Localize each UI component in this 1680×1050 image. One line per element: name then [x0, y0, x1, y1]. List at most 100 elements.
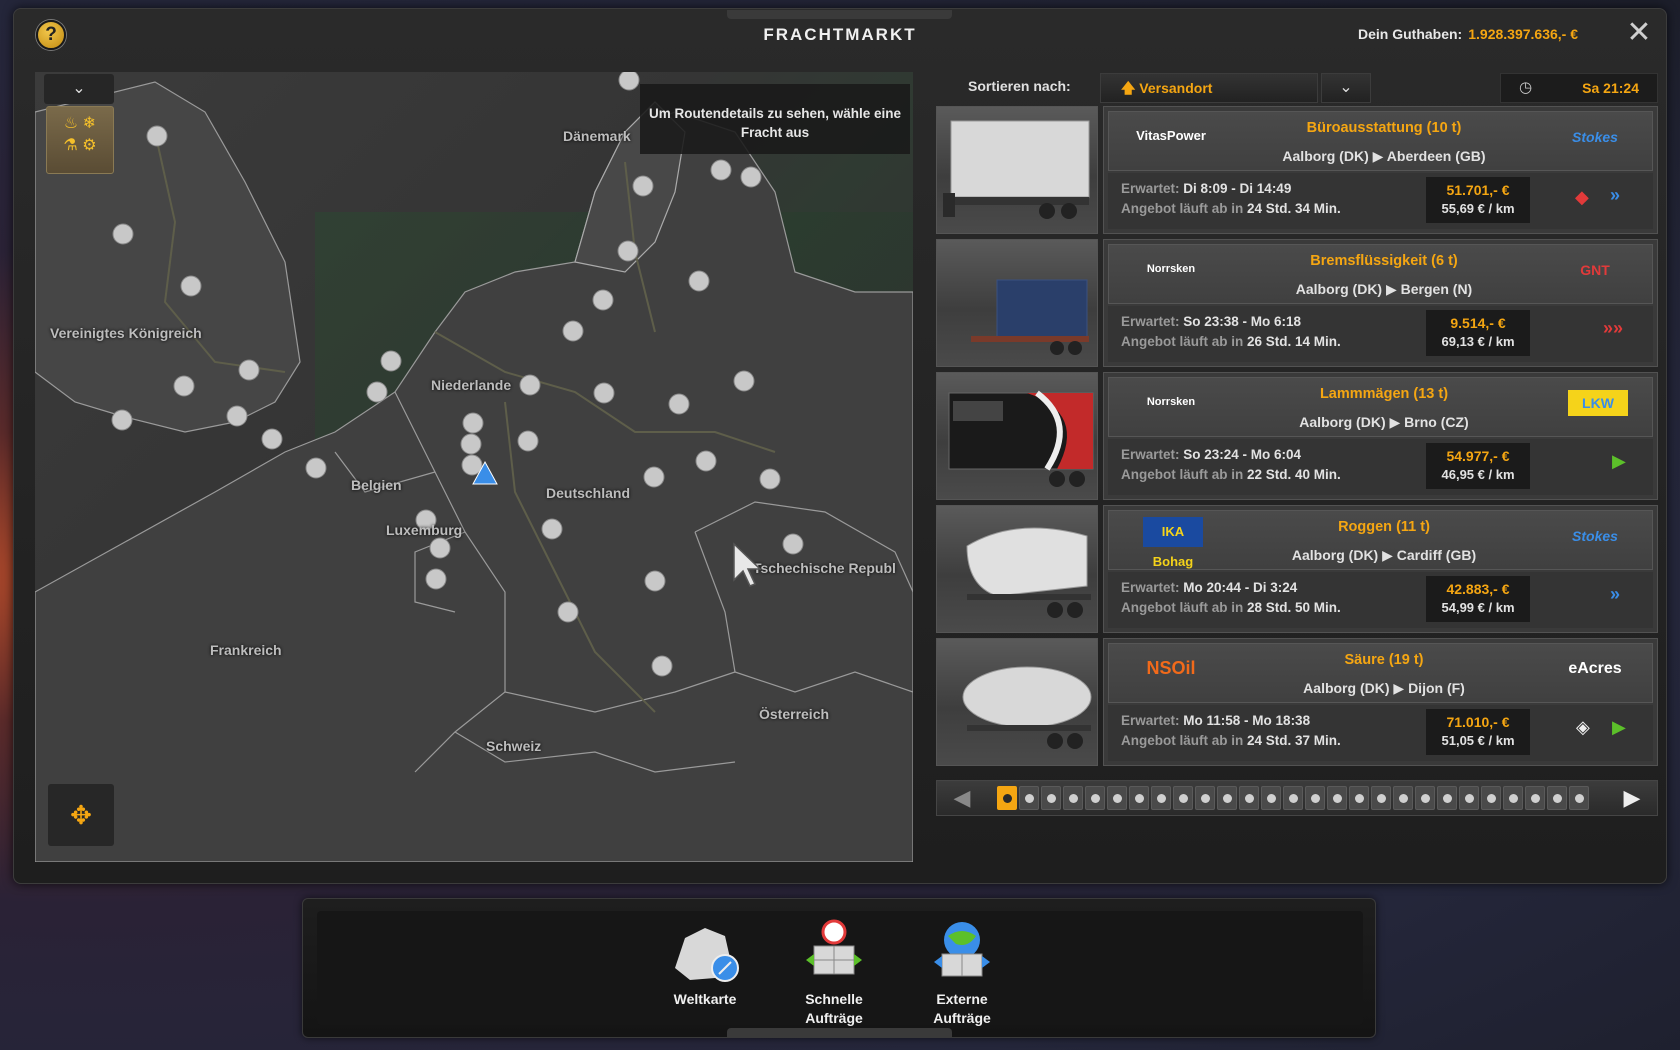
cargo-card[interactable]: Norrsken Bremsflüssigkeit (6 t) Aalborg … [1103, 239, 1658, 367]
page-dot[interactable] [1129, 786, 1149, 810]
expected-value: So 23:38 - Mo 6:18 [1183, 314, 1302, 329]
chevron-down-icon: ⌄ [1339, 79, 1353, 96]
page-dot[interactable] [1481, 786, 1501, 810]
page-dot[interactable] [1569, 786, 1589, 810]
page-dot[interactable] [1415, 786, 1435, 810]
page-dot[interactable] [1085, 786, 1105, 810]
route-to: Brno (CZ) [1404, 414, 1469, 430]
page-dot[interactable] [1437, 786, 1457, 810]
cargo-row[interactable]: NSOil Säure (19 t) Aalborg (DK) ▶ Dijon … [936, 638, 1658, 766]
cargo-card[interactable]: NSOil Säure (19 t) Aalborg (DK) ▶ Dijon … [1103, 638, 1658, 766]
price: 54.977,- € [1446, 448, 1510, 464]
map-tooltip: Um Routendetails zu sehen, wähle eine Fr… [640, 84, 910, 154]
map-label-oesterreich: Österreich [759, 706, 830, 722]
trailer-image [936, 638, 1098, 766]
expected-label: Erwartet: [1121, 181, 1180, 196]
cargo-details: Erwartet: Di 8:09 - Di 14:49 Angebot läu… [1108, 173, 1653, 229]
page-dot[interactable] [1349, 786, 1369, 810]
world-map-icon [675, 928, 739, 982]
container-trailer-icon [971, 279, 1089, 355]
sort-dropdown-button[interactable]: ⌄ [1321, 73, 1371, 103]
cargo-card[interactable]: Norrsken Lammmägen (13 t) Aalborg (DK) ▶… [1103, 372, 1658, 500]
page-dot[interactable] [1261, 786, 1281, 810]
company-logo: Norrsken [1146, 396, 1196, 408]
page-dot[interactable] [1107, 786, 1127, 810]
offer-expiry: Angebot läuft ab in 22 Std. 40 Min. [1121, 467, 1341, 482]
cargo-card[interactable]: VitasPower Büroausstattung (10 t) Aalbor… [1103, 106, 1658, 234]
silo-trailer-icon [966, 527, 1091, 618]
page-dot[interactable] [1151, 786, 1171, 810]
page-dot[interactable] [1371, 786, 1391, 810]
cargo-details: Erwartet: So 23:24 - Mo 6:04 Angebot läu… [1108, 439, 1653, 495]
expected-value: Mo 20:44 - Di 3:24 [1183, 580, 1298, 595]
page-dot[interactable] [1547, 786, 1567, 810]
world-map-button[interactable]: Weltkarte [655, 918, 755, 1009]
route-arrow-icon: ▶ [1372, 148, 1384, 164]
client-logo: eAcres [1568, 660, 1622, 677]
trailer-image [936, 372, 1098, 500]
next-page-button[interactable]: ▶ [1607, 781, 1657, 815]
map-filter-dropdown[interactable]: ⌄ [44, 74, 114, 104]
price-box: 9.514,- € 69,13 € / km [1426, 310, 1530, 356]
map-borders [35, 72, 913, 862]
route-map[interactable]: Dänemark Vereinigtes Königreich Niederla… [35, 72, 913, 862]
page-dot[interactable] [1019, 786, 1039, 810]
client-logo: Stokes [1572, 129, 1618, 145]
help-button[interactable]: ? [36, 20, 66, 50]
close-button[interactable]: ✕ [1626, 18, 1652, 48]
cargo-name: Büroausstattung (10 t) [1306, 120, 1462, 136]
page-dot[interactable] [1173, 786, 1193, 810]
company-logo: VitasPower [1136, 128, 1206, 143]
page-dot[interactable] [1459, 786, 1479, 810]
quick-jobs-button[interactable]: Schnelle Aufträge [784, 918, 884, 1028]
cargo-card[interactable]: IKA Bohag Roggen (11 t) Aalborg (DK) ▶ C… [1103, 505, 1658, 633]
route-to: Cardiff (GB) [1396, 547, 1477, 563]
previous-page-button[interactable]: ◀ [937, 781, 987, 815]
page-dot[interactable] [1195, 786, 1215, 810]
expected-label: Erwartet: [1121, 713, 1180, 728]
map-label-daenemark: Dänemark [563, 128, 631, 144]
map-label-deutschland: Deutschland [546, 485, 631, 501]
route-from: Aalborg (DK) [1282, 148, 1369, 164]
cargo-header: Norrsken Lammmägen (13 t) Aalborg (DK) ▶… [1108, 377, 1653, 437]
page-dot[interactable] [1239, 786, 1259, 810]
page-dot[interactable] [1283, 786, 1303, 810]
route-from: Aalborg (DK) [1295, 281, 1383, 297]
map-pan-control[interactable]: ✥ [48, 784, 114, 846]
route-arrow-icon: ▶ [1393, 680, 1405, 696]
price-box: 42.883,- € 54,99 € / km [1426, 576, 1530, 622]
pagination: ◀ ▶ [936, 780, 1658, 816]
page-dot[interactable] [1525, 786, 1545, 810]
route-arrow-icon: ▶ [1382, 547, 1393, 563]
cargo-route: Aalborg (DK) ▶ Dijon (F) [1219, 680, 1549, 697]
map-filter-toggle[interactable]: ♨ ❄ ⚗ ⚙ [46, 106, 114, 174]
cargo-row[interactable]: VitasPower Büroausstattung (10 t) Aalbor… [936, 106, 1658, 234]
clock-icon: ◷ [1519, 79, 1533, 96]
expected-value: So 23:24 - Mo 6:04 [1183, 447, 1302, 462]
page-dot[interactable] [1305, 786, 1325, 810]
offer-value: 22 Std. 40 Min. [1247, 467, 1341, 482]
sort-select[interactable]: 🡅 Versandort [1100, 73, 1318, 103]
page-dot[interactable] [997, 786, 1017, 810]
cargo-name: Bremsflüssigkeit (6 t) [1310, 253, 1458, 269]
external-jobs-button[interactable]: Externe Aufträge [912, 918, 1012, 1028]
cargo-row[interactable]: Norrsken Lammmägen (13 t) Aalborg (DK) ▶… [936, 372, 1658, 500]
page-dot[interactable] [1041, 786, 1061, 810]
cargo-details: Erwartet: So 23:38 - Mo 6:18 Angebot läu… [1108, 306, 1653, 362]
map-label-frankreich: Frankreich [210, 642, 282, 658]
cargo-name: Säure (19 t) [1344, 652, 1424, 668]
page-dot[interactable] [1393, 786, 1413, 810]
cargo-row[interactable]: IKA Bohag Roggen (11 t) Aalborg (DK) ▶ C… [936, 505, 1658, 633]
cargo-row[interactable]: Norrsken Bremsflüssigkeit (6 t) Aalborg … [936, 239, 1658, 367]
trailer-image [936, 505, 1098, 633]
price-box: 71.010,- € 51,05 € / km [1426, 709, 1530, 755]
expected-label: Erwartet: [1121, 447, 1180, 462]
page-dot[interactable] [1503, 786, 1523, 810]
sort-value: Versandort [1139, 80, 1213, 96]
map-label-uk: Vereinigtes Königreich [50, 325, 202, 341]
cargo-header: NSOil Säure (19 t) Aalborg (DK) ▶ Dijon … [1108, 643, 1653, 703]
page-dot[interactable] [1327, 786, 1347, 810]
trailer-image [936, 239, 1098, 367]
page-dot[interactable] [1217, 786, 1237, 810]
page-dot[interactable] [1063, 786, 1083, 810]
